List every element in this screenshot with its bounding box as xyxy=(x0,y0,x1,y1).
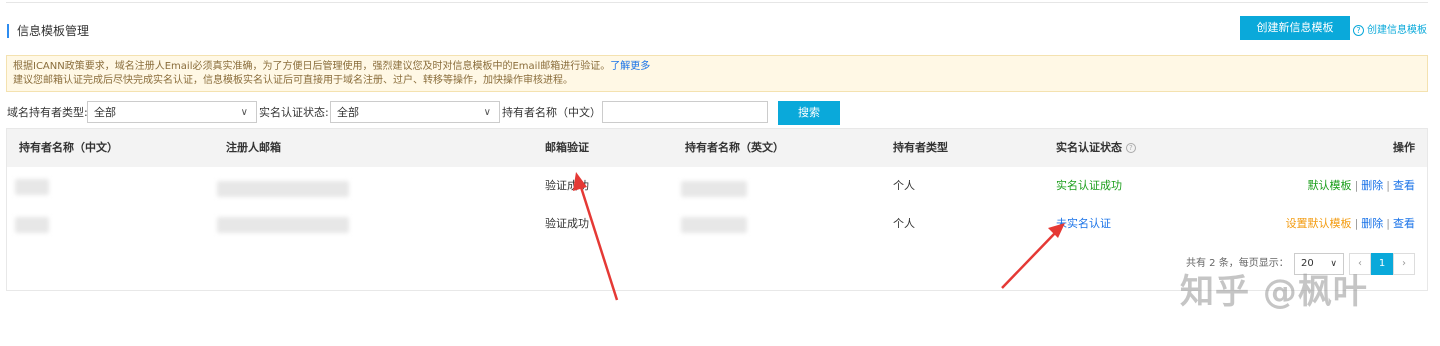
annotation-arrow-email-verify xyxy=(573,172,619,301)
watermark: 知乎 @枫叶 xyxy=(1180,272,1368,312)
annotation-arrow-real-name-status xyxy=(1001,223,1065,289)
